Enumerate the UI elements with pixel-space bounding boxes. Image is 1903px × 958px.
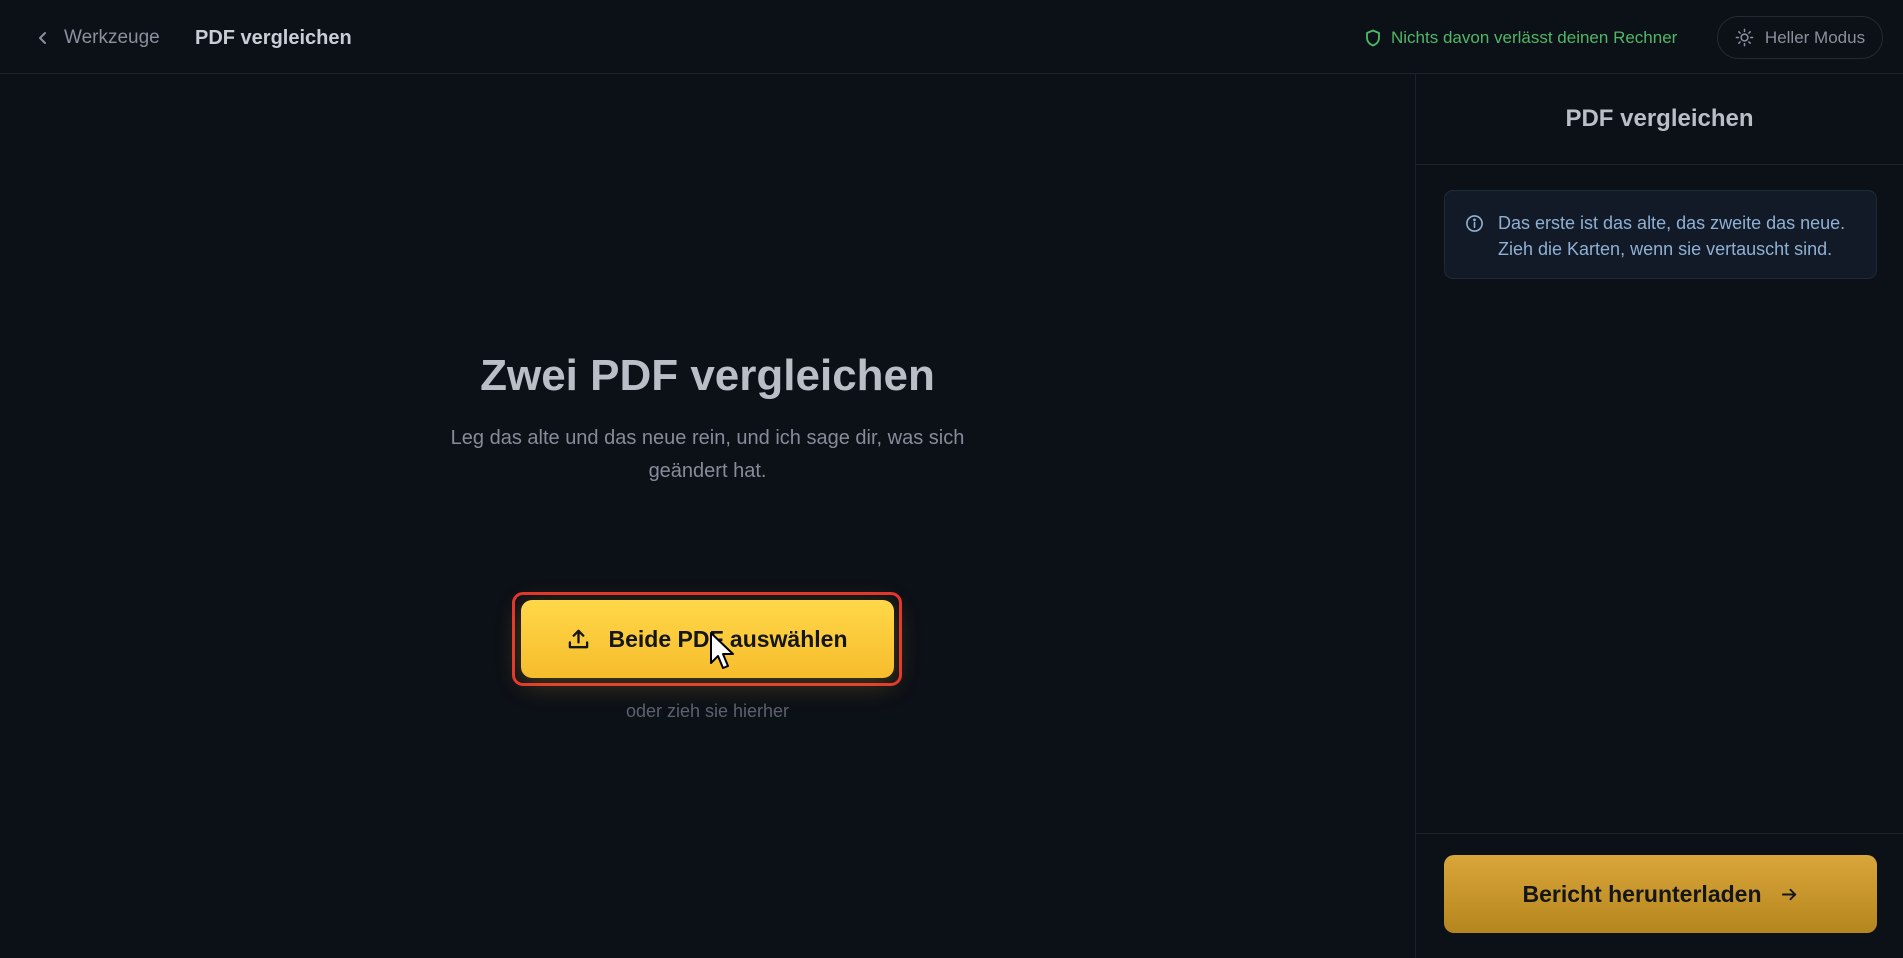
download-report-label: Bericht herunterladen bbox=[1522, 880, 1762, 907]
upload-icon bbox=[569, 629, 589, 648]
privacy-text: Nichts davon verlässt deinen Rechner bbox=[1391, 28, 1678, 47]
back-link[interactable]: Werkzeuge bbox=[36, 24, 160, 52]
back-link-label: Werkzeuge bbox=[64, 27, 160, 48]
top-bar: Werkzeuge PDF vergleichen Nichts davon v… bbox=[0, 0, 1903, 74]
info-icon bbox=[1466, 215, 1483, 232]
info-box: Das erste ist das alte, das zweite das n… bbox=[1444, 190, 1877, 279]
sidebar-title: PDF vergleichen bbox=[1416, 74, 1903, 165]
privacy-notice: Nichts davon verlässt deinen Rechner bbox=[1365, 24, 1677, 52]
download-report-button[interactable]: Bericht herunterladen bbox=[1444, 855, 1877, 933]
drop-hint: oder zieh sie hierher bbox=[625, 701, 790, 721]
hero-subtitle: Leg das alte und das neue rein, und ich … bbox=[450, 427, 965, 482]
info-text: Das erste ist das alte, das zweite das n… bbox=[1498, 213, 1846, 259]
sidebar-panel: PDF vergleichen Das erste ist das alte, … bbox=[1415, 74, 1903, 958]
upload-area[interactable]: Zwei PDF vergleichen Leg das alte und da… bbox=[0, 74, 1415, 958]
arrow-right-icon bbox=[1781, 888, 1796, 900]
light-mode-toggle[interactable]: Heller Modus bbox=[1717, 16, 1883, 59]
light-mode-label: Heller Modus bbox=[1764, 27, 1866, 47]
shield-icon bbox=[1366, 29, 1380, 47]
chevron-left-icon bbox=[39, 32, 46, 44]
sidebar-footer: Bericht herunterladen bbox=[1416, 833, 1903, 958]
sun-icon bbox=[1735, 28, 1754, 47]
page-title: PDF vergleichen bbox=[195, 27, 352, 49]
hero-title: Zwei PDF vergleichen bbox=[480, 351, 935, 400]
mouse-cursor-icon bbox=[710, 632, 734, 669]
